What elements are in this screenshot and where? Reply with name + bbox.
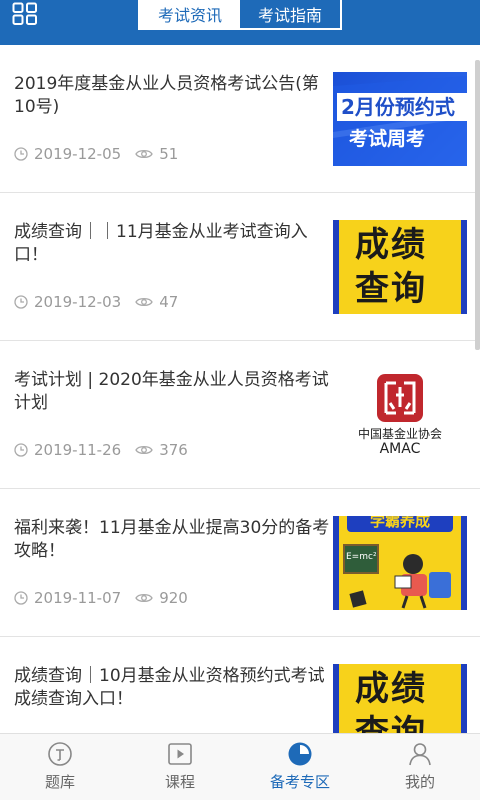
article-item[interactable]: 2019年度基金从业人员资格考试公告(第10号) 2019-12-05 51 2…: [0, 45, 480, 193]
nav-label: 题库: [44, 773, 75, 791]
thumbnail-text-line1: 成绩: [355, 669, 427, 709]
article-views: 51: [159, 145, 179, 163]
amac-org-name: 中国基金业协会: [357, 427, 442, 441]
article-title: 成绩查询｜｜11月基金从业考试查询入口！: [14, 222, 308, 265]
amac-logo: [377, 374, 423, 422]
article-views: 920: [159, 589, 188, 607]
nav-exam-prep[interactable]: 备考专区: [240, 734, 360, 800]
article-item[interactable]: 成绩查询｜10月基金从业资格预约式考试成绩查询入口！ 成绩 查询: [0, 637, 480, 733]
thumbnail-text-line1: 2月份预约式: [337, 93, 467, 121]
article-item[interactable]: 考试计划 | 2020年基金从业人员资格考试计划 2019-11-26 376 …: [0, 341, 480, 489]
eye-icon: [135, 149, 153, 159]
thumbnail-text-line2: 查询: [355, 269, 427, 309]
amac-abbrev: AMAC: [379, 441, 421, 457]
article-thumbnail: 成绩 查询: [333, 220, 467, 314]
article-thumbnail: 中国基金业协会 AMAC: [333, 368, 467, 462]
eye-icon: [135, 445, 153, 455]
bottom-nav: 题库 课程 备考专区 我的: [0, 733, 480, 800]
tab-exam-news[interactable]: 考试资讯: [140, 0, 240, 28]
clock-icon: [14, 147, 28, 161]
article-date: 2019-11-07: [34, 589, 122, 607]
article-views: 376: [159, 441, 188, 459]
clock-icon: [14, 591, 28, 605]
segmented-tabs: 考试资讯 考试指南: [138, 0, 342, 30]
scrollbar[interactable]: [475, 60, 480, 350]
article-item[interactable]: 福利来袭！11月基金从业提高30分的备考攻略！ 2019-11-07 920 学…: [0, 489, 480, 637]
article-list: 2019年度基金从业人员资格考试公告(第10号) 2019-12-05 51 2…: [0, 45, 480, 733]
article-meta: 2019-11-26 376: [14, 441, 188, 459]
tab-exam-guide[interactable]: 考试指南: [240, 0, 340, 28]
thumbnail-text-line2: 查询: [355, 713, 427, 733]
article-title: 考试计划 | 2020年基金从业人员资格考试计划: [14, 370, 329, 413]
play-icon: [168, 743, 192, 765]
article-thumbnail: 成绩 查询: [333, 664, 467, 733]
article-date: 2019-11-26: [34, 441, 122, 459]
article-item[interactable]: 成绩查询｜｜11月基金从业考试查询入口！ 2019-12-03 47 成绩 查询: [0, 193, 480, 341]
article-thumbnail: 2月份预约式 考试周考: [333, 72, 467, 166]
article-thumbnail: 学霸养成 E=mc²: [333, 516, 467, 610]
eye-icon: [135, 593, 153, 603]
nav-mine[interactable]: 我的: [360, 734, 480, 800]
article-title: 成绩查询｜10月基金从业资格预约式考试成绩查询入口！: [14, 666, 325, 709]
eye-icon: [135, 297, 153, 307]
clock-icon: [14, 295, 28, 309]
person-icon: [409, 743, 431, 766]
thumbnail-text-line1: 成绩: [355, 225, 427, 265]
pie-clock-icon: [288, 742, 312, 766]
article-meta: 2019-12-03 47: [14, 293, 178, 311]
article-meta: 2019-11-07 920: [14, 589, 188, 607]
pin-circle-icon: [48, 742, 72, 766]
nav-courses[interactable]: 课程: [120, 734, 240, 800]
nav-label: 我的: [404, 773, 435, 791]
nav-question-bank[interactable]: 题库: [0, 734, 120, 800]
top-bar: 考试资讯 考试指南: [0, 0, 480, 45]
article-title: 福利来袭！11月基金从业提高30分的备考攻略！: [14, 518, 330, 561]
clock-icon: [14, 443, 28, 457]
nav-label: 备考专区: [269, 773, 330, 791]
article-date: 2019-12-03: [34, 293, 122, 311]
thumbnail-text-line2: 考试周考: [349, 128, 426, 150]
nav-label: 课程: [164, 773, 195, 791]
grid-menu-icon[interactable]: [12, 2, 38, 26]
article-title: 2019年度基金从业人员资格考试公告(第10号): [14, 74, 319, 117]
article-meta: 2019-12-05 51: [14, 145, 178, 163]
article-views: 47: [159, 293, 179, 311]
article-date: 2019-12-05: [34, 145, 122, 163]
